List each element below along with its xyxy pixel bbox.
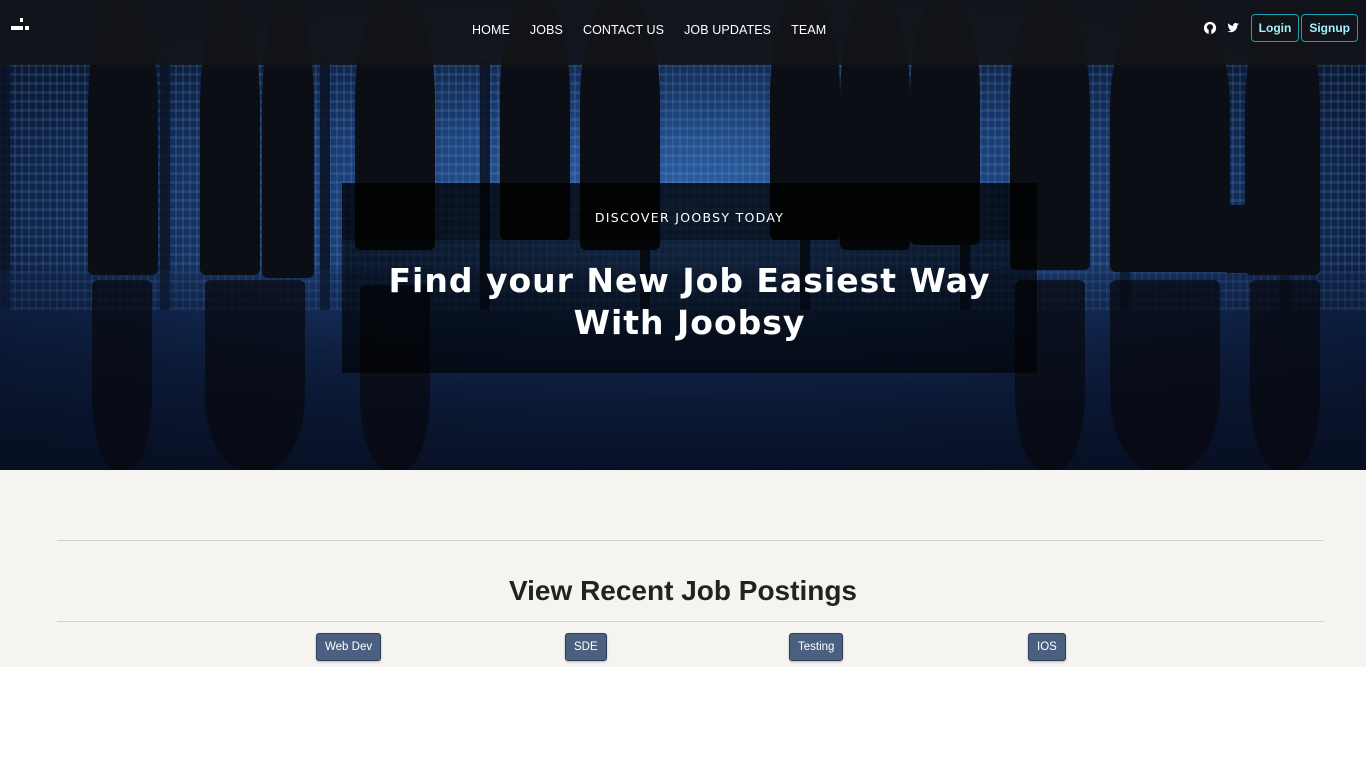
- briefcase: [1224, 205, 1264, 273]
- nav-jobs-link[interactable]: JOBS: [530, 23, 563, 37]
- category-sde-button[interactable]: SDE: [565, 633, 607, 661]
- divider: [57, 621, 1324, 622]
- divider: [57, 540, 1324, 541]
- hero-eyebrow: DISCOVER JOOBSY TODAY: [342, 183, 1037, 240]
- category-testing-button[interactable]: Testing: [789, 633, 844, 661]
- github-icon[interactable]: [1203, 21, 1217, 35]
- nav-team-link[interactable]: TEAM: [791, 23, 826, 37]
- category-ios-button[interactable]: IOS: [1028, 633, 1066, 661]
- person-reflection: [205, 280, 305, 470]
- nav-job-updates-link[interactable]: JOB UPDATES: [684, 23, 771, 37]
- hero-headline: Find your New Job Easiest Way With Joobs…: [388, 261, 991, 342]
- top-navbar: HOME JOBS CONTACT US JOB UPDATES TEAM Lo…: [0, 0, 1366, 65]
- postings-title: View Recent Job Postings: [508, 575, 858, 606]
- brand-logo-icon[interactable]: [11, 16, 29, 32]
- nav-links: HOME JOBS CONTACT US JOB UPDATES TEAM: [462, 0, 836, 60]
- category-web-dev-button[interactable]: Web Dev: [316, 633, 382, 661]
- person-reflection: [1250, 280, 1320, 470]
- person-reflection: [92, 280, 152, 470]
- hero-banner: DISCOVER JOOBSY TODAY Find your New Job …: [0, 0, 1366, 470]
- nav-home-link[interactable]: HOME: [472, 23, 510, 37]
- recent-postings-section: View Recent Job Postings Web Dev SDE Tes…: [0, 470, 1366, 667]
- twitter-icon[interactable]: [1226, 21, 1240, 35]
- hero-text-panel: DISCOVER JOOBSY TODAY Find your New Job …: [342, 183, 1037, 373]
- nav-contact-link[interactable]: CONTACT US: [583, 23, 664, 37]
- signup-button[interactable]: Signup: [1301, 14, 1358, 42]
- person-reflection: [1110, 280, 1220, 470]
- login-button[interactable]: Login: [1250, 14, 1300, 42]
- nav-actions: Login Signup: [1203, 14, 1358, 42]
